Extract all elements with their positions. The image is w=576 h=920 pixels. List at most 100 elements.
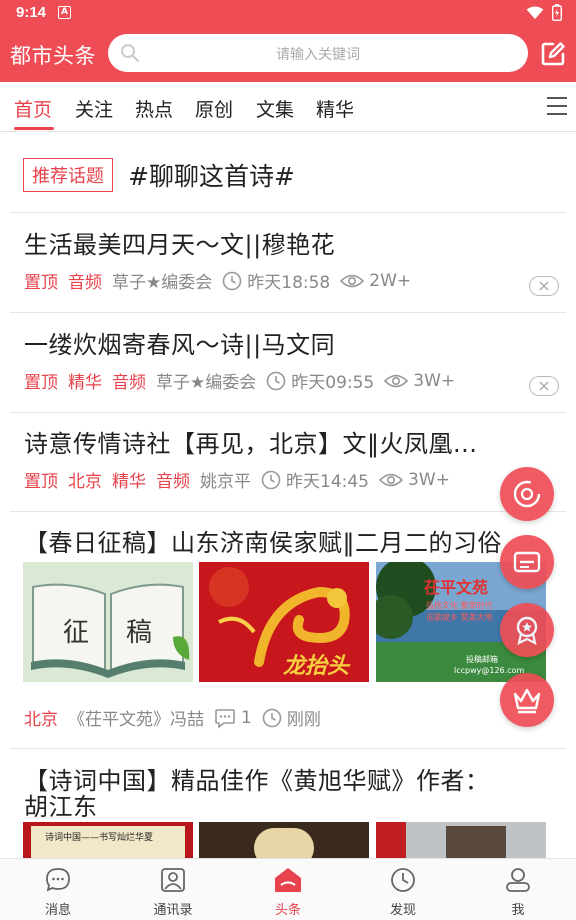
- close-icon: [539, 281, 549, 291]
- tag-pinned: 置顶: [24, 472, 58, 492]
- tab-original[interactable]: 原创: [195, 95, 233, 122]
- topic-tag: 推荐话题: [23, 158, 113, 192]
- nav-label: 我: [511, 903, 525, 918]
- article-meta: 北京 《茌平文苑》冯喆 1 刚刚: [24, 705, 331, 731]
- nav-label: 发现: [389, 903, 416, 918]
- nav-contacts[interactable]: 通讯录: [133, 867, 213, 918]
- tag-beijing: 北京: [24, 710, 58, 730]
- article-author: 《茌平文苑》冯喆: [68, 710, 204, 730]
- eye-icon: [384, 373, 409, 389]
- comment-icon: [214, 707, 236, 729]
- dismiss-button[interactable]: [529, 376, 559, 396]
- divider: [10, 748, 566, 749]
- status-time: 9:14: [16, 4, 47, 21]
- thumbnail-call-for-papers[interactable]: 征 稿: [23, 562, 193, 682]
- fab-card-button[interactable]: [500, 535, 554, 589]
- article-meta: 置顶 音频 草子★编委会 昨天18:58 2W+: [24, 268, 421, 294]
- crown-icon: [513, 688, 541, 714]
- thumb-line-4: lccpwy@126.com: [454, 666, 525, 675]
- thumb-dragon-text: 龙抬头: [283, 654, 350, 679]
- message-icon: [46, 868, 70, 892]
- battery-icon: [552, 4, 562, 21]
- thumbnail-dragon[interactable]: 龙抬头: [199, 562, 369, 682]
- tag-audio: 音频: [112, 373, 146, 393]
- tab-home[interactable]: 首页: [14, 95, 52, 122]
- card-icon: [513, 551, 541, 573]
- article-time: 昨天14:45: [286, 472, 369, 492]
- refresh-icon: [513, 480, 541, 508]
- close-icon: [539, 381, 549, 391]
- edit-icon[interactable]: [540, 41, 566, 67]
- article-title: 【春日征稿】山东济南侯家赋‖二月二的习俗: [24, 529, 502, 557]
- dismiss-button[interactable]: [529, 276, 559, 296]
- tag-pinned: 置顶: [24, 373, 58, 393]
- divider: [10, 212, 566, 213]
- award-icon: [516, 616, 538, 646]
- article-author: 姚京平: [200, 472, 251, 492]
- tab-collection[interactable]: 文集: [256, 95, 294, 122]
- nav-label: 消息: [44, 903, 71, 918]
- app-header: 都市头条 请输入关键词: [0, 26, 576, 82]
- fab-refresh-button[interactable]: [500, 467, 554, 521]
- search-placeholder: 请输入关键词: [276, 47, 360, 63]
- notification-a-icon: A: [58, 6, 71, 19]
- tab-follow[interactable]: 关注: [75, 95, 113, 122]
- nav-messages[interactable]: 消息: [18, 867, 98, 918]
- nav-headlines[interactable]: 头条: [248, 867, 328, 918]
- recommended-topic[interactable]: 推荐话题 #聊聊这首诗#: [23, 157, 295, 193]
- thumbnail-portrait[interactable]: [199, 822, 369, 858]
- clock-icon: [266, 371, 286, 391]
- open-book-image: [23, 562, 193, 682]
- article-author: 草子★编委会: [112, 273, 213, 293]
- article-title: 生活最美四月天～文||穆艳花: [24, 231, 336, 259]
- clock-icon: [222, 271, 242, 291]
- tab-featured[interactable]: 精华: [316, 95, 354, 122]
- app-title: 都市头条: [10, 44, 96, 68]
- thumb-line-3: 投稿邮箱: [466, 655, 498, 664]
- article-meta: 置顶 精华 音频 草子★编委会 昨天09:55 3W+: [24, 368, 465, 394]
- nav-me[interactable]: 我: [478, 867, 558, 918]
- bottom-navigation: 消息 通讯录 头条 发现 我: [0, 858, 576, 920]
- search-input[interactable]: 请输入关键词: [108, 34, 528, 72]
- tab-hot[interactable]: 热点: [135, 95, 173, 122]
- divider: [10, 312, 566, 313]
- fab-crown-button[interactable]: [500, 673, 554, 727]
- comment-count: 1: [241, 707, 252, 728]
- user-icon: [506, 868, 530, 892]
- thumb-char-1: 征: [63, 618, 90, 648]
- tag-featured: 精华: [112, 472, 146, 492]
- article-views: 3W+: [413, 370, 456, 391]
- article-views: 3W+: [408, 469, 450, 490]
- eye-icon: [379, 472, 403, 488]
- thumb-title: 茌平文苑: [424, 578, 489, 597]
- thumbnail-photo[interactable]: [376, 822, 546, 858]
- category-tabs: 首页 关注 热点 原创 文集 精华: [0, 82, 576, 132]
- thumb-line-2: 讴歌故乡 赞美大地: [426, 613, 493, 622]
- thumbnail-poetry-china[interactable]: 诗词中国——书写灿烂华夏: [23, 822, 193, 858]
- article-time: 刚刚: [286, 710, 321, 730]
- active-tab-indicator: [14, 127, 54, 130]
- article-title: 诗意传情诗社【再见，北京】文‖火凤凰...: [24, 430, 478, 458]
- menu-icon[interactable]: [546, 96, 568, 116]
- divider: [10, 412, 566, 413]
- nav-discover[interactable]: 发现: [363, 867, 443, 918]
- clock-icon: [261, 470, 281, 490]
- nav-label: 通讯录: [153, 903, 193, 918]
- divider: [10, 511, 566, 512]
- status-icons: [526, 4, 562, 21]
- wifi-icon: [526, 6, 544, 19]
- compass-icon: [391, 868, 415, 892]
- tag-pinned: 置顶: [24, 273, 58, 293]
- clock-icon: [262, 708, 282, 728]
- article-title-line-2: 胡江东: [24, 793, 98, 821]
- article-title: 一缕炊烟寄春风～诗||马文同: [24, 331, 336, 359]
- home-icon: [275, 868, 301, 892]
- nav-label: 头条: [274, 903, 301, 918]
- status-bar: 9:14 A: [0, 0, 576, 26]
- tag-audio: 音频: [68, 273, 102, 293]
- fab-badge-button[interactable]: [500, 603, 554, 657]
- thumb-text: 诗词中国——书写灿烂华夏: [45, 833, 154, 843]
- tag-featured: 精华: [68, 373, 102, 393]
- article-views: 2W+: [369, 270, 412, 291]
- contacts-icon: [161, 868, 185, 892]
